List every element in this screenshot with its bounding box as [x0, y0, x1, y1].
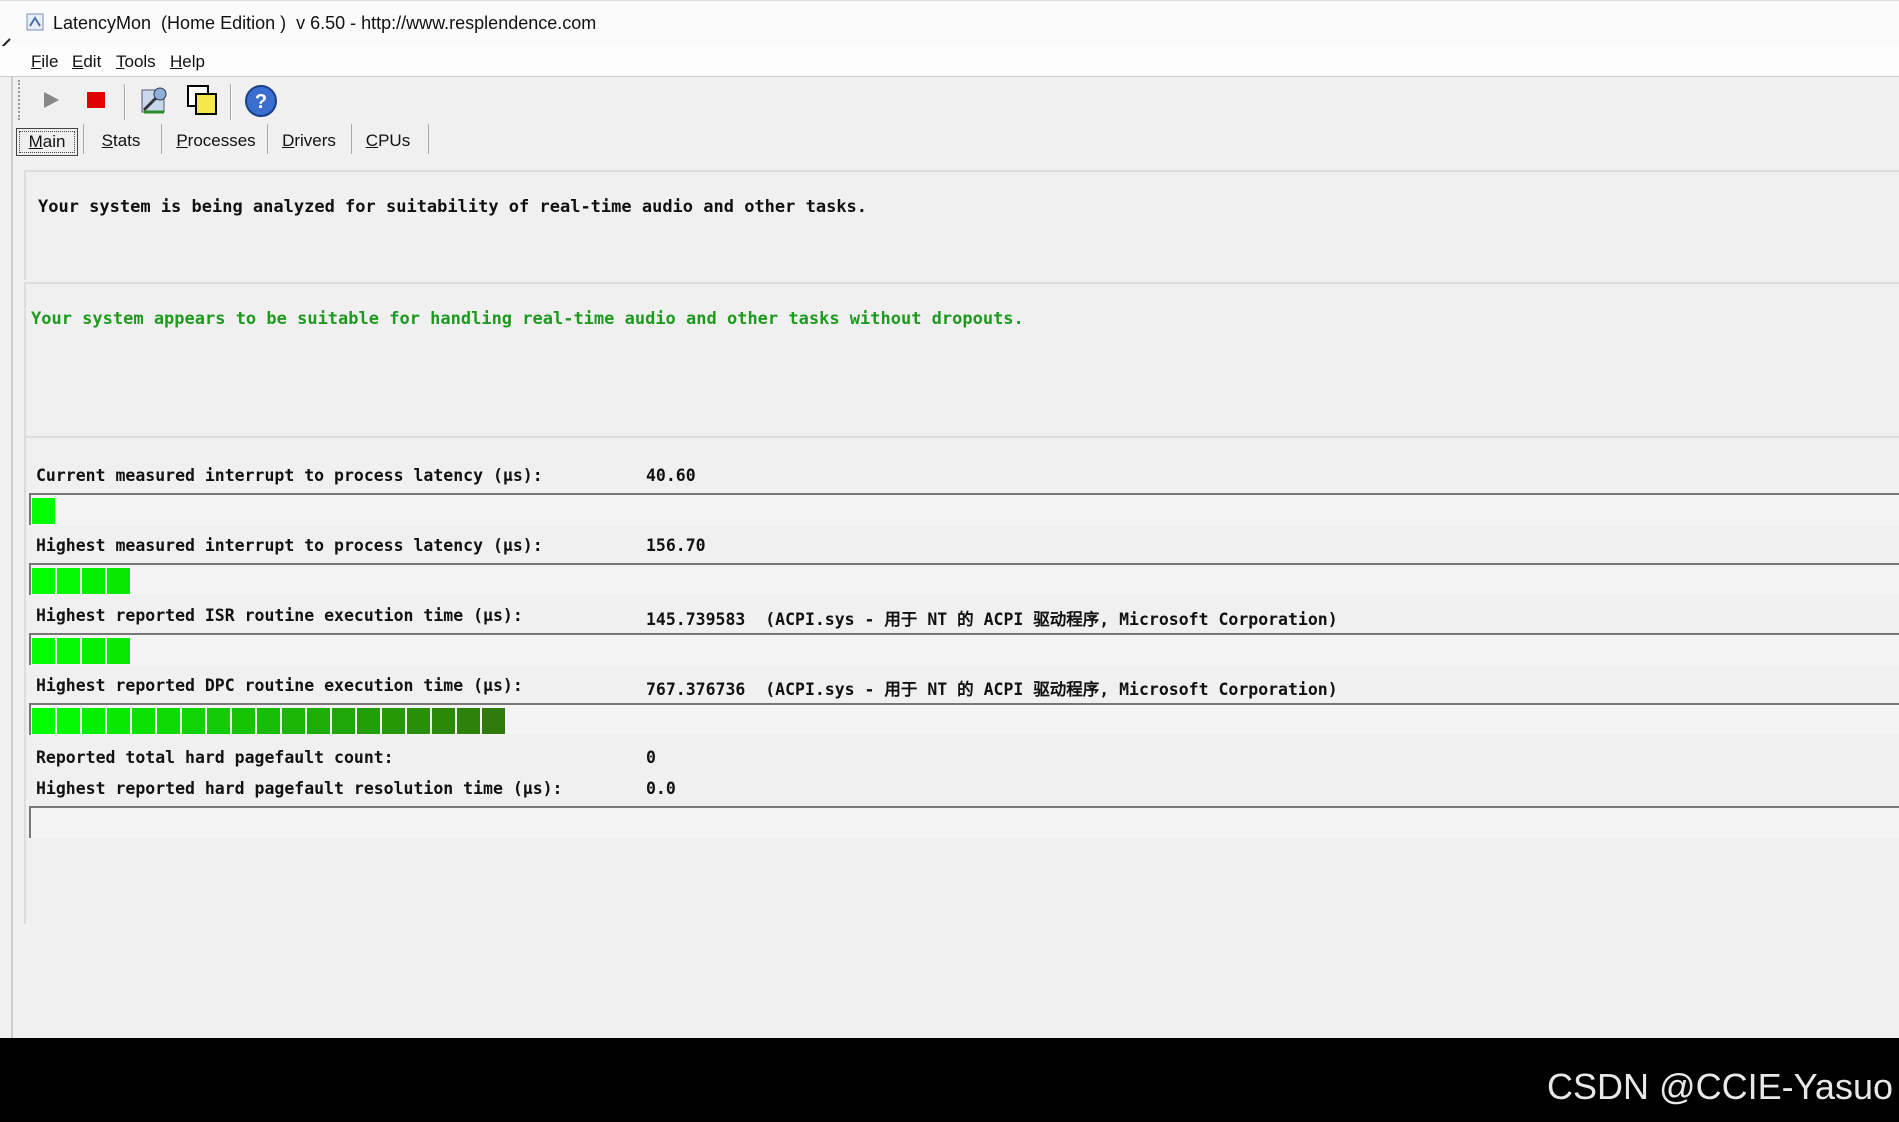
left-edge	[11, 76, 13, 1038]
meter-segment	[82, 568, 105, 594]
meter-segment	[157, 708, 180, 734]
meter-segment	[57, 708, 80, 734]
meter-segment	[407, 708, 430, 734]
metric-label: Highest reported ISR routine execution t…	[36, 606, 523, 625]
tab-separator	[428, 124, 429, 154]
meter-segment	[107, 638, 130, 664]
meter-segment	[32, 638, 55, 664]
app-icon	[26, 13, 44, 31]
meter-segment	[482, 708, 505, 734]
menu-tools[interactable]: Tools	[116, 52, 156, 72]
metric-value: 145.739583 (ACPI.sys - 用于 NT 的 ACPI 驱动程序…	[646, 610, 1338, 629]
meter-segment	[32, 708, 55, 734]
meter-segment	[307, 708, 330, 734]
meter-segment	[207, 708, 230, 734]
tab-drivers[interactable]: Drivers	[275, 128, 343, 154]
meter-segment	[282, 708, 305, 734]
meter-segment	[57, 638, 80, 664]
tab-separator	[83, 124, 84, 154]
isr-meter	[29, 633, 1899, 665]
meter-segment	[57, 568, 80, 594]
metric-label: Highest reported hard pagefault resoluti…	[36, 779, 563, 798]
stop-icon[interactable]	[86, 91, 106, 109]
meter-segment	[382, 708, 405, 734]
tab-stats[interactable]: Stats	[90, 128, 152, 154]
meter-segment	[257, 708, 280, 734]
svg-text:?: ?	[255, 91, 267, 113]
menu-file[interactable]: File	[31, 52, 58, 72]
tab-separator	[351, 124, 352, 154]
meter-segment	[357, 708, 380, 734]
meter-segment	[432, 708, 455, 734]
meter-segment	[82, 708, 105, 734]
meter-segment	[82, 638, 105, 664]
tab-separator	[161, 124, 162, 154]
result-panel	[24, 282, 1899, 436]
status-panel	[24, 170, 1899, 280]
metric-label: Reported total hard pagefault count:	[36, 748, 394, 767]
metric-value: 0.0	[646, 779, 676, 798]
analyze-tools-icon[interactable]	[138, 84, 172, 118]
toolbar-grip[interactable]	[18, 80, 22, 120]
dpc-meter	[29, 703, 1899, 735]
toolbar-separator	[230, 84, 232, 120]
meter-segment	[107, 708, 130, 734]
latency-meter	[29, 493, 1899, 525]
meter-segment	[32, 498, 55, 524]
title-bar: LatencyMon (Home Edition ) v 6.50 - http…	[0, 0, 1899, 47]
tab-main[interactable]: Main	[16, 128, 78, 156]
menu-edit[interactable]: Edit	[72, 52, 101, 72]
menu-bar: File Edit Tools Help	[0, 46, 1899, 77]
metric-label: Current measured interrupt to process la…	[36, 466, 543, 485]
metric-value: 40.60	[646, 466, 696, 485]
pagefault-meter	[29, 806, 1899, 838]
tab-cpus[interactable]: CPUs	[358, 128, 418, 154]
help-icon[interactable]: ?	[244, 84, 278, 118]
meter-segment	[32, 568, 55, 594]
window-title: LatencyMon (Home Edition ) v 6.50 - http…	[53, 13, 597, 33]
metric-value: 767.376736 (ACPI.sys - 用于 NT 的 ACPI 驱动程序…	[646, 680, 1338, 699]
meter-segment	[332, 708, 355, 734]
meter-segment	[457, 708, 480, 734]
play-icon[interactable]	[40, 89, 62, 111]
windows-icon[interactable]	[186, 84, 220, 118]
status-message: Your system is being analyzed for suitab…	[38, 197, 868, 217]
meter-segment	[232, 708, 255, 734]
latency-meter	[29, 563, 1899, 595]
menu-help[interactable]: Help	[170, 52, 205, 72]
result-message: Your system appears to be suitable for h…	[31, 309, 1024, 329]
metric-label: Highest measured interrupt to process la…	[36, 536, 543, 555]
metric-label: Highest reported DPC routine execution t…	[36, 676, 523, 695]
metric-value: 156.70	[646, 536, 706, 555]
toolbar-separator	[124, 84, 126, 120]
meter-segment	[132, 708, 155, 734]
tab-processes[interactable]: Processes	[170, 128, 262, 154]
watermark: CSDN @CCIE-Yasuo	[1547, 1066, 1893, 1107]
meter-segment	[107, 568, 130, 594]
meter-segment	[182, 708, 205, 734]
tab-separator	[267, 124, 268, 154]
metric-value: 0	[646, 748, 656, 767]
